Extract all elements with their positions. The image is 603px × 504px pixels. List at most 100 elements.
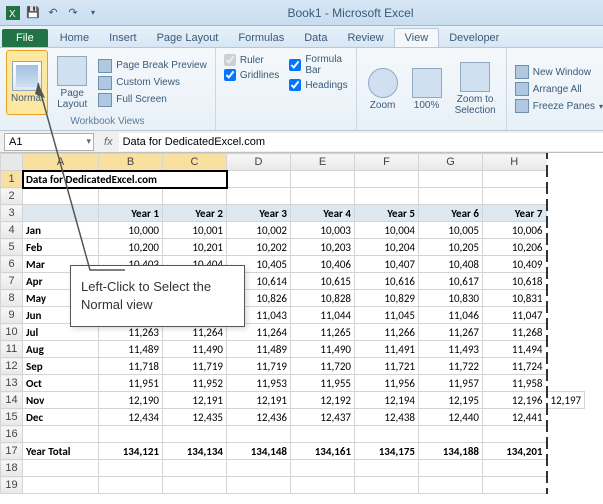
- data-cell[interactable]: Oct: [23, 375, 99, 392]
- total-cell[interactable]: 134,121: [99, 443, 163, 460]
- data-cell[interactable]: 10,829: [355, 290, 419, 307]
- col-header-E[interactable]: E: [291, 154, 355, 171]
- data-cell[interactable]: 11,718: [99, 358, 163, 375]
- cell[interactable]: [483, 171, 547, 188]
- row-header-17[interactable]: 17: [1, 443, 23, 460]
- data-cell[interactable]: 11,047: [483, 307, 547, 324]
- tab-view[interactable]: View: [394, 28, 440, 47]
- cell[interactable]: [99, 426, 163, 443]
- header-cell[interactable]: Year 5: [355, 205, 419, 222]
- zoom-to-selection-button[interactable]: Zoom to Selection: [451, 50, 500, 128]
- data-cell[interactable]: 10,006: [483, 222, 547, 239]
- tab-developer[interactable]: Developer: [439, 29, 509, 47]
- tab-review[interactable]: Review: [337, 29, 393, 47]
- gridlines-checkbox[interactable]: Gridlines: [224, 69, 279, 81]
- data-cell[interactable]: 12,196: [483, 392, 547, 409]
- row-header-10[interactable]: 10: [1, 324, 23, 341]
- data-cell[interactable]: 10,206: [483, 239, 547, 256]
- data-cell[interactable]: 12,436: [227, 409, 291, 426]
- custom-views-button[interactable]: Custom Views: [96, 75, 209, 91]
- row-header-1[interactable]: 1: [1, 171, 23, 188]
- zoom-button[interactable]: Zoom: [363, 50, 403, 128]
- row-header-6[interactable]: 6: [1, 256, 23, 273]
- cell[interactable]: [163, 477, 227, 494]
- data-cell[interactable]: 12,195: [419, 392, 483, 409]
- data-cell[interactable]: 12,190: [99, 392, 163, 409]
- cell[interactable]: [355, 460, 419, 477]
- header-cell[interactable]: Year 1: [99, 205, 163, 222]
- cell[interactable]: [419, 426, 483, 443]
- data-cell[interactable]: 10,828: [291, 290, 355, 307]
- total-cell[interactable]: 134,188: [419, 443, 483, 460]
- data-cell[interactable]: 12,437: [291, 409, 355, 426]
- data-cell[interactable]: 12,440: [419, 409, 483, 426]
- arrange-all-button[interactable]: Arrange All: [513, 81, 603, 97]
- cell[interactable]: [227, 188, 291, 205]
- data-cell[interactable]: 10,202: [227, 239, 291, 256]
- total-cell[interactable]: 134,161: [291, 443, 355, 460]
- data-cell[interactable]: 11,489: [227, 341, 291, 358]
- data-cell[interactable]: 12,438: [355, 409, 419, 426]
- data-cell[interactable]: 10,205: [419, 239, 483, 256]
- data-cell[interactable]: 10,615: [291, 273, 355, 290]
- row-header-16[interactable]: 16: [1, 426, 23, 443]
- data-cell[interactable]: 11,953: [227, 375, 291, 392]
- select-all-corner[interactable]: [1, 154, 23, 171]
- data-cell[interactable]: 12,441: [483, 409, 547, 426]
- merged-title-cell[interactable]: Data for DedicatedExcel.com: [23, 171, 227, 188]
- data-cell[interactable]: 10,004: [355, 222, 419, 239]
- data-cell[interactable]: 10,001: [163, 222, 227, 239]
- data-cell[interactable]: 11,955: [291, 375, 355, 392]
- data-cell[interactable]: 12,434: [99, 409, 163, 426]
- save-icon[interactable]: 💾: [24, 4, 42, 22]
- data-cell[interactable]: 11,722: [419, 358, 483, 375]
- data-cell[interactable]: 10,000: [99, 222, 163, 239]
- tab-insert[interactable]: Insert: [99, 29, 147, 47]
- data-cell[interactable]: 11,724: [483, 358, 547, 375]
- data-cell[interactable]: 10,204: [355, 239, 419, 256]
- data-cell[interactable]: 10,616: [355, 273, 419, 290]
- cell[interactable]: [291, 188, 355, 205]
- data-cell[interactable]: 11,951: [99, 375, 163, 392]
- data-cell[interactable]: Nov: [23, 392, 99, 409]
- name-box[interactable]: A1: [4, 133, 94, 151]
- col-header-G[interactable]: G: [419, 154, 483, 171]
- zoom-100-button[interactable]: 100%: [407, 50, 447, 128]
- total-cell[interactable]: 134,148: [227, 443, 291, 460]
- data-cell[interactable]: 12,194: [355, 392, 419, 409]
- tab-home[interactable]: Home: [50, 29, 99, 47]
- col-header-H[interactable]: H: [483, 154, 547, 171]
- row-header-13[interactable]: 13: [1, 375, 23, 392]
- data-cell[interactable]: 10,831: [483, 290, 547, 307]
- data-cell[interactable]: 10,618: [483, 273, 547, 290]
- row-header-18[interactable]: 18: [1, 460, 23, 477]
- formula-input[interactable]: [119, 133, 603, 151]
- col-header-F[interactable]: F: [355, 154, 419, 171]
- data-cell[interactable]: 12,435: [163, 409, 227, 426]
- cell[interactable]: [291, 460, 355, 477]
- data-cell[interactable]: 10,830: [419, 290, 483, 307]
- col-header-C[interactable]: C: [163, 154, 227, 171]
- row-header-2[interactable]: 2: [1, 188, 23, 205]
- data-cell[interactable]: 11,268: [483, 324, 547, 341]
- row-header-15[interactable]: 15: [1, 409, 23, 426]
- cell[interactable]: [483, 477, 547, 494]
- header-cell[interactable]: Year 4: [291, 205, 355, 222]
- data-cell[interactable]: 10,002: [227, 222, 291, 239]
- data-cell[interactable]: 12,197: [547, 392, 585, 409]
- cell[interactable]: [23, 426, 99, 443]
- data-cell[interactable]: 10,201: [163, 239, 227, 256]
- cell[interactable]: [163, 460, 227, 477]
- cell[interactable]: [355, 188, 419, 205]
- tab-file[interactable]: File: [2, 29, 48, 47]
- tab-data[interactable]: Data: [294, 29, 337, 47]
- cell[interactable]: [355, 477, 419, 494]
- row-header-3[interactable]: 3: [1, 205, 23, 222]
- data-cell[interactable]: 11,952: [163, 375, 227, 392]
- data-cell[interactable]: 10,005: [419, 222, 483, 239]
- cell[interactable]: [99, 188, 163, 205]
- cell[interactable]: [227, 460, 291, 477]
- cell[interactable]: [163, 426, 227, 443]
- data-cell[interactable]: 12,191: [163, 392, 227, 409]
- cell[interactable]: [419, 460, 483, 477]
